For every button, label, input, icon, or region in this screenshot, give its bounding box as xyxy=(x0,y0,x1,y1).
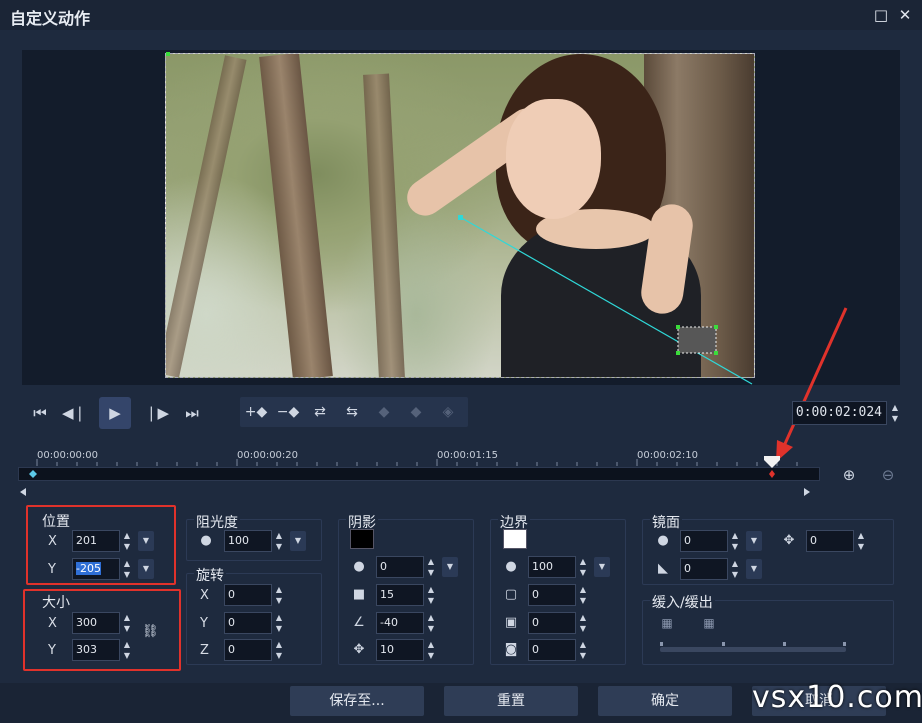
size-x-input[interactable]: 300 xyxy=(72,612,120,634)
rotation-x-input[interactable]: 0 xyxy=(224,584,272,606)
opacity-spinner[interactable]: ▲ ▼ xyxy=(272,530,286,552)
mirror-fade-input[interactable]: 0 xyxy=(680,558,728,580)
position-y-dropdown[interactable]: ▼ xyxy=(138,559,154,579)
border-width-icon: ▢ xyxy=(504,587,518,602)
ease-out-icon[interactable]: ▦ xyxy=(700,616,718,632)
position-x-input[interactable]: 201 xyxy=(72,530,120,552)
mirror-offset-spinner[interactable]: ▲ ▼ xyxy=(854,530,868,552)
position-x-spinner[interactable]: ▲ ▼ xyxy=(120,530,134,552)
rotation-x-label: X xyxy=(200,588,209,603)
rotation-y-label: Y xyxy=(200,616,208,631)
position-y-label: Y xyxy=(48,562,56,577)
watermark: vsx10.com xyxy=(752,680,922,715)
rotation-title: 旋转 xyxy=(194,565,226,585)
rotation-y-spinner[interactable]: ▲ ▼ xyxy=(272,612,286,634)
size-x-spinner[interactable]: ▲ ▼ xyxy=(120,612,134,634)
opacity-dropdown[interactable]: ▼ xyxy=(290,531,306,551)
border-blur-input[interactable]: 0 xyxy=(528,612,576,634)
size-y-label: Y xyxy=(48,643,56,658)
mirror-title: 镜面 xyxy=(650,512,682,532)
zoom-in-icon[interactable]: ⊕ xyxy=(839,466,859,486)
size-y-input[interactable]: 303 xyxy=(72,639,120,661)
mirror-offset-input[interactable]: 0 xyxy=(806,530,854,552)
shadow-blur-spinner[interactable]: ▲ ▼ xyxy=(424,584,438,606)
border-opacity-icon: ● xyxy=(505,559,517,574)
shadow-opacity-spinner[interactable]: ▲ ▼ xyxy=(424,556,438,578)
shadow-blur-input[interactable]: 15 xyxy=(376,584,424,606)
rotation-z-input[interactable]: 0 xyxy=(224,639,272,661)
rotation-x-spinner[interactable]: ▲ ▼ xyxy=(272,584,286,606)
mirror-fade-spinner[interactable]: ▲ ▼ xyxy=(728,558,742,580)
position-title: 位置 xyxy=(42,514,70,530)
rotation-z-label: Z xyxy=(200,643,209,658)
opacity-icon: ● xyxy=(200,533,212,548)
shadow-angle-icon: ∠ xyxy=(353,615,365,630)
zoom-out-icon[interactable]: ⊖ xyxy=(878,466,898,486)
mirror-opacity-spinner[interactable]: ▲ ▼ xyxy=(728,530,742,552)
shadow-blur-icon: ■ xyxy=(352,587,366,602)
shadow-opacity-dropdown[interactable]: ▼ xyxy=(442,557,458,577)
border-opacity-input[interactable]: 100 xyxy=(528,556,576,578)
mirror-fade-icon: ◣ xyxy=(658,561,668,576)
ok-button[interactable]: 确定 xyxy=(598,686,732,716)
rotation-y-input[interactable]: 0 xyxy=(224,612,272,634)
border-width-spinner[interactable]: ▲ ▼ xyxy=(576,584,590,606)
opacity-input[interactable]: 100 xyxy=(224,530,272,552)
position-x-dropdown[interactable]: ▼ xyxy=(138,531,154,551)
border-opacity-dropdown[interactable]: ▼ xyxy=(594,557,610,577)
opacity-title: 阻光度 xyxy=(194,512,240,532)
mirror-opacity-input[interactable]: 0 xyxy=(680,530,728,552)
mirror-opacity-dropdown[interactable]: ▼ xyxy=(746,531,762,551)
shadow-distance-icon: ✥ xyxy=(353,642,365,657)
border-corner-icon: ◙ xyxy=(504,642,518,657)
mirror-opacity-icon: ● xyxy=(657,533,669,548)
mirror-offset-icon: ✥ xyxy=(783,533,795,548)
ease-title: 缓入/缓出 xyxy=(650,592,715,612)
rotation-z-spinner[interactable]: ▲ ▼ xyxy=(272,639,286,661)
border-color-swatch[interactable] xyxy=(503,529,527,549)
position-y-spinner[interactable]: ▲ ▼ xyxy=(120,558,134,580)
size-x-label: X xyxy=(48,616,57,631)
border-blur-spinner[interactable]: ▲ ▼ xyxy=(576,612,590,634)
ease-slider[interactable] xyxy=(660,647,846,652)
border-corner-input[interactable]: 0 xyxy=(528,639,576,661)
shadow-distance-spinner[interactable]: ▲ ▼ xyxy=(424,639,438,661)
timeline-track[interactable] xyxy=(18,467,820,481)
shadow-opacity-input[interactable]: 0 xyxy=(376,556,424,578)
reset-button[interactable]: 重置 xyxy=(444,686,578,716)
position-x-label: X xyxy=(48,534,57,549)
link-icon[interactable]: ⛓ xyxy=(142,624,159,640)
border-width-input[interactable]: 0 xyxy=(528,584,576,606)
shadow-color-swatch[interactable] xyxy=(350,529,374,549)
shadow-angle-spinner[interactable]: ▲ ▼ xyxy=(424,612,438,634)
shadow-angle-input[interactable]: -40 xyxy=(376,612,424,634)
size-y-spinner[interactable]: ▲ ▼ xyxy=(120,639,134,661)
border-blur-icon: ▣ xyxy=(504,615,518,630)
shadow-opacity-icon: ● xyxy=(353,559,365,574)
border-corner-spinner[interactable]: ▲ ▼ xyxy=(576,639,590,661)
position-y-input[interactable]: -205 xyxy=(72,558,120,580)
shadow-distance-input[interactable]: 10 xyxy=(376,639,424,661)
border-opacity-spinner[interactable]: ▲ ▼ xyxy=(576,556,590,578)
size-title: 大小 xyxy=(42,595,70,611)
ease-in-icon[interactable]: ▦ xyxy=(658,616,676,632)
mirror-fade-dropdown[interactable]: ▼ xyxy=(746,559,762,579)
save-to-button[interactable]: 保存至... xyxy=(290,686,424,716)
